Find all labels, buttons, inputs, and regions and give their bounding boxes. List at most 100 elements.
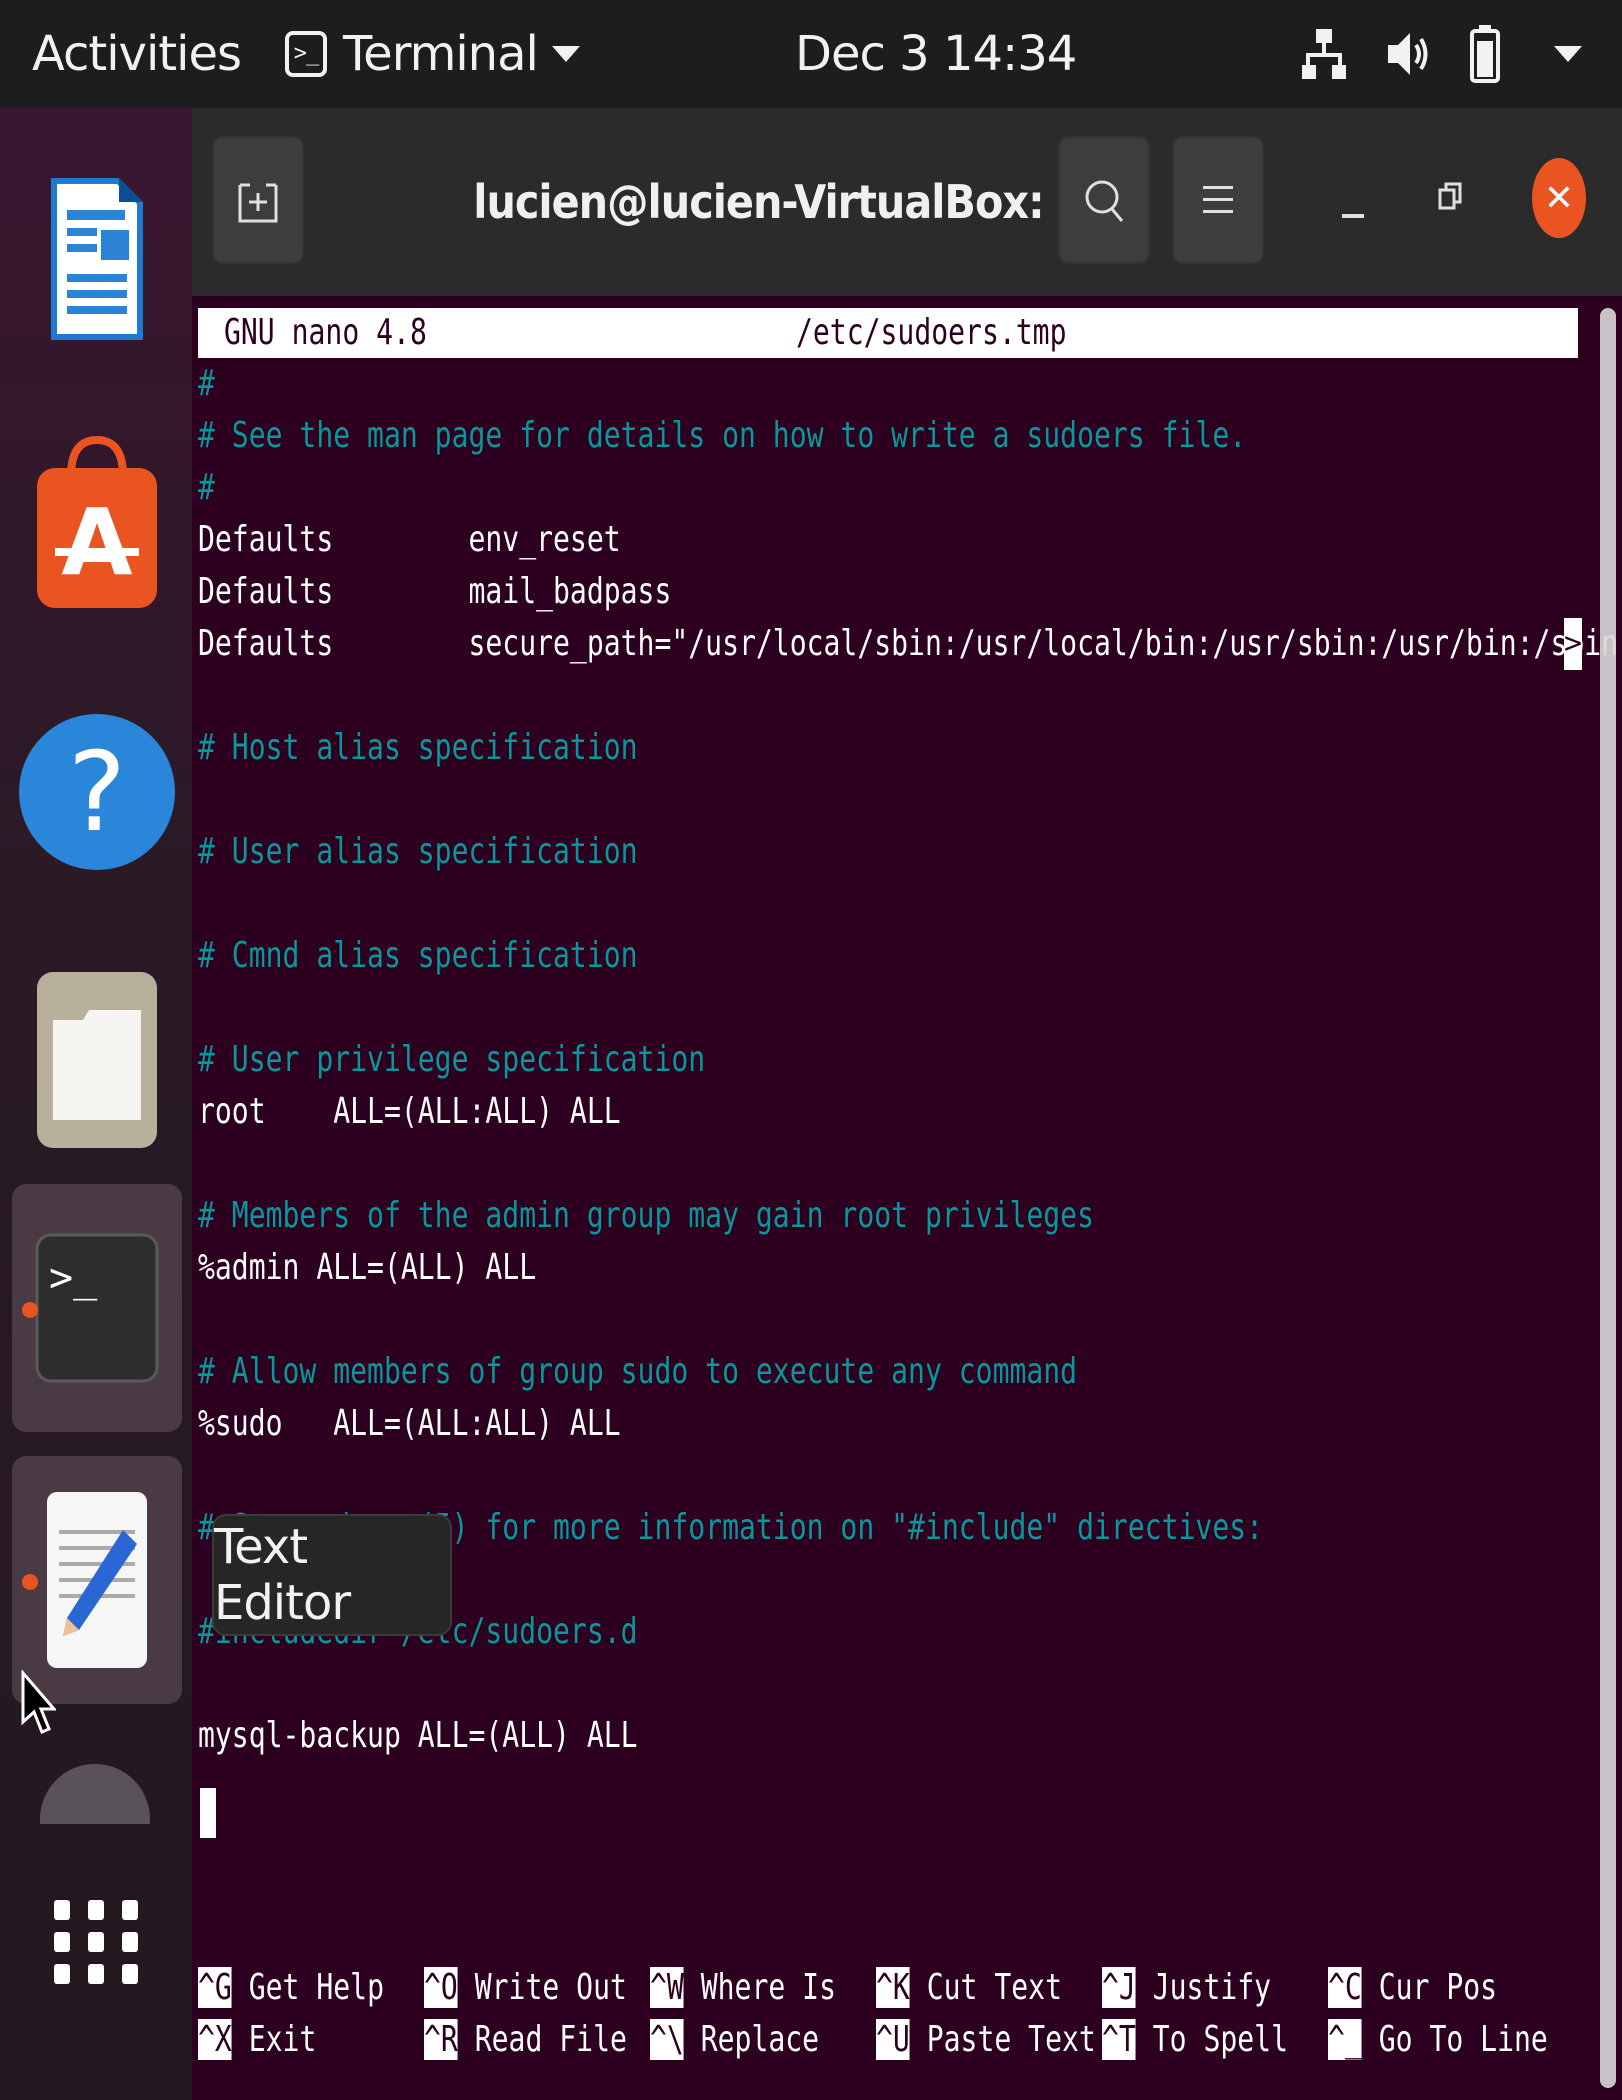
app-menu-label: Terminal — [343, 26, 539, 82]
editor-line: # Allow members of group sudo to execute… — [198, 1351, 1078, 1392]
editor-line: # — [198, 467, 215, 508]
shortcut-key: ^G — [198, 1967, 232, 2008]
shortcut-label: Get Help — [248, 1967, 384, 2008]
dock-item-terminal[interactable]: >_ — [12, 1184, 182, 1432]
top-bar: Activities >_ Terminal Dec 3 14:34 — [0, 0, 1622, 108]
dock-item-libreoffice-writer[interactable] — [12, 132, 182, 380]
window-title: lucien@lucien-VirtualBox: ~ — [473, 175, 1091, 229]
dock-item-ubuntu-software[interactable]: A — [12, 400, 182, 648]
shortcut-label: Exit — [248, 2019, 317, 2060]
shortcut-row: ^G Get Help ^O Write Out ^W Where Is ^K … — [198, 1962, 1578, 2014]
activities-label: Activities — [32, 26, 242, 82]
shortcut-cut-text[interactable]: ^K Cut Text — [876, 1962, 1062, 2014]
text-cursor — [200, 1788, 216, 1838]
nano-title-bar: GNU nano 4.8/etc/sudoers.tmp — [198, 308, 1578, 358]
maximize-button[interactable] — [1436, 178, 1486, 226]
scrollbar[interactable] — [1600, 308, 1616, 2088]
shortcut-go-to-line[interactable]: ^_ Go To Line — [1328, 2014, 1548, 2066]
shortcut-to-spell[interactable]: ^T To Spell — [1102, 2014, 1288, 2066]
shortcut-key: ^_ — [1328, 2019, 1362, 2060]
editor-line: root ALL=(ALL:ALL) ALL — [198, 1091, 621, 1132]
minimize-button[interactable] — [1332, 180, 1392, 224]
shortcut-key: ^T — [1102, 2019, 1136, 2060]
shortcut-key: ^K — [876, 1967, 910, 2008]
grid-icon — [54, 1900, 138, 1984]
editor-line: # Host alias specification — [198, 727, 638, 768]
libreoffice-writer-icon — [51, 178, 143, 340]
terminal-content[interactable]: GNU nano 4.8/etc/sudoers.tmp # # See the… — [194, 296, 1622, 2100]
close-button[interactable]: ✕ — [1532, 158, 1586, 238]
terminal-window: lucien@lucien-VirtualBox: ~ ✕ GNU nano 4… — [192, 108, 1622, 2100]
nano-version: GNU nano 4.8 — [224, 312, 427, 353]
shortcut-label: Cur Pos — [1378, 1967, 1498, 2008]
dock-item-help[interactable]: ? — [12, 668, 182, 916]
terminal-small-icon: >_ — [285, 31, 327, 77]
shortcut-paste-text[interactable]: ^U Paste Text — [876, 2014, 1096, 2066]
editor-line: # Cmnd alias specification — [198, 935, 638, 976]
dock-item-files[interactable] — [12, 936, 182, 1184]
new-tab-icon — [238, 183, 278, 223]
tooltip-label: Text Editor — [214, 1519, 351, 1631]
svg-text:A: A — [61, 489, 132, 596]
shortcut-read-file[interactable]: ^R Read File — [424, 2014, 627, 2066]
shortcut-row: ^X Exit ^R Read File ^\ Replace ^U Paste… — [198, 2014, 1578, 2066]
clock-label: Dec 3 14:34 — [795, 26, 1077, 82]
hamburger-icon — [1203, 186, 1233, 213]
dock-item-text-editor[interactable] — [12, 1456, 182, 1704]
activities-button[interactable]: Activities — [32, 0, 242, 108]
new-tab-button[interactable] — [212, 136, 304, 264]
editor-line: %admin ALL=(ALL) ALL — [198, 1247, 537, 1288]
editor-line: Defaults mail_badpass — [198, 571, 672, 612]
shortcut-write-out[interactable]: ^O Write Out — [424, 1962, 627, 2014]
editor-line: # — [198, 363, 215, 404]
close-icon: ✕ — [1543, 177, 1575, 219]
editor-line: mysql-backup ALL=(ALL) ALL — [198, 1715, 638, 1756]
shortcut-key: ^J — [1102, 1967, 1136, 2008]
shortcut-justify[interactable]: ^J Justify — [1102, 1962, 1271, 2014]
shortcut-cur-pos[interactable]: ^C Cur Pos — [1328, 1962, 1497, 2014]
editor-line: # Members of the admin group may gain ro… — [198, 1195, 1095, 1236]
shortcut-get-help[interactable]: ^G Get Help — [198, 1962, 384, 2014]
editor-line: # User privilege specification — [198, 1039, 706, 1080]
chevron-down-icon — [551, 46, 580, 62]
show-applications-button[interactable] — [52, 1898, 140, 1990]
terminal-icon: >_ — [35, 1233, 159, 1383]
menu-button[interactable] — [1172, 136, 1264, 264]
system-status-menu[interactable] — [1302, 24, 1582, 84]
minimize-icon — [1342, 214, 1364, 218]
shortcut-key: ^X — [198, 2019, 232, 2060]
battery-icon — [1470, 25, 1500, 83]
shortcut-key: ^C — [1328, 1967, 1362, 2008]
shortcut-key: ^\ — [650, 2019, 684, 2060]
shortcut-label: Justify — [1152, 1967, 1272, 2008]
dock-tooltip: Text Editor — [212, 1514, 452, 1636]
editor-line: Defaults env_reset — [198, 519, 621, 560]
window-header-bar: lucien@lucien-VirtualBox: ~ ✕ — [192, 108, 1622, 296]
text-editor-icon — [47, 1492, 147, 1668]
editor-line: %sudo ALL=(ALL:ALL) ALL — [198, 1403, 621, 1444]
restore-icon — [1438, 182, 1462, 210]
shortcut-label: Write Out — [474, 1967, 627, 2008]
dock-item-trash[interactable] — [40, 1764, 150, 1824]
shortcut-key: ^U — [876, 2019, 910, 2060]
volume-icon — [1388, 33, 1428, 75]
network-icon — [1302, 29, 1346, 79]
search-icon — [1085, 180, 1124, 222]
shortcut-where-is[interactable]: ^W Where Is — [650, 1962, 836, 2014]
search-button[interactable] — [1058, 136, 1150, 264]
shortcut-exit[interactable]: ^X Exit — [198, 2014, 316, 2066]
line-overflow-marker: > — [1564, 618, 1582, 670]
editor-line: Defaults secure_path="/usr/local/sbin:/u… — [198, 623, 1622, 664]
shortcut-replace[interactable]: ^\ Replace — [650, 2014, 819, 2066]
svg-text:>_: >_ — [49, 1255, 98, 1301]
editor-line: # See the man page for details on how to… — [198, 415, 1247, 456]
system-menu-chevron-icon — [1554, 46, 1582, 62]
clock-button[interactable]: Dec 3 14:34 — [795, 0, 1077, 108]
trash-icon — [40, 1764, 150, 1824]
app-menu-button[interactable]: >_ Terminal — [285, 0, 580, 108]
editor-line: # User alias specification — [198, 831, 638, 872]
help-icon: ? — [19, 714, 175, 870]
shortcut-key: ^R — [424, 2019, 458, 2060]
nano-filename: /etc/sudoers.tmp — [796, 312, 1067, 353]
shortcut-label: Read File — [474, 2019, 627, 2060]
